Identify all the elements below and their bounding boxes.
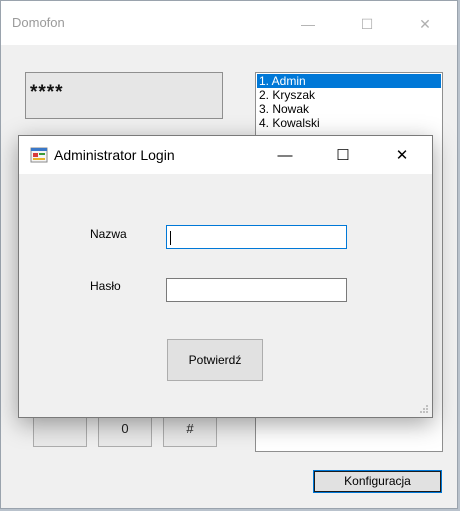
- close-icon[interactable]: ✕: [403, 11, 447, 37]
- dialog-titlebar[interactable]: Administrator Login — ☐ ✕: [19, 136, 432, 174]
- maximize-icon[interactable]: ☐: [345, 11, 389, 37]
- keypad-button-hash[interactable]: #: [163, 413, 217, 447]
- user-list-item[interactable]: 3. Nowak: [257, 102, 441, 116]
- confirm-button[interactable]: Potwierdź: [167, 339, 263, 381]
- keypad-button[interactable]: [33, 413, 87, 447]
- keypad-button-0[interactable]: 0: [98, 413, 152, 447]
- name-label: Nazwa: [90, 227, 127, 241]
- admin-login-dialog: Administrator Login — ☐ ✕ Nazwa Hasło Po…: [18, 135, 433, 418]
- name-input[interactable]: [166, 225, 347, 249]
- main-titlebar[interactable]: Domofon — ☐ ✕: [1, 1, 457, 45]
- minimize-icon[interactable]: —: [286, 11, 330, 37]
- resize-grip-icon[interactable]: [419, 404, 429, 414]
- password-input[interactable]: [166, 278, 347, 302]
- main-window-title: Domofon: [12, 15, 65, 30]
- app-icon: [30, 147, 48, 163]
- text-caret: [170, 231, 171, 245]
- configuration-button[interactable]: Konfiguracja: [313, 470, 442, 493]
- dialog-maximize-icon[interactable]: ☐: [321, 142, 365, 168]
- dialog-minimize-icon[interactable]: —: [263, 142, 307, 168]
- user-list-item[interactable]: 1. Admin: [257, 74, 441, 88]
- user-list-item[interactable]: 2. Kryszak: [257, 88, 441, 102]
- dialog-close-icon[interactable]: ✕: [380, 142, 424, 168]
- dialog-title: Administrator Login: [54, 147, 175, 163]
- password-label: Hasło: [90, 279, 121, 293]
- code-display: ****: [25, 72, 223, 119]
- user-list-item[interactable]: 4. Kowalski: [257, 116, 441, 130]
